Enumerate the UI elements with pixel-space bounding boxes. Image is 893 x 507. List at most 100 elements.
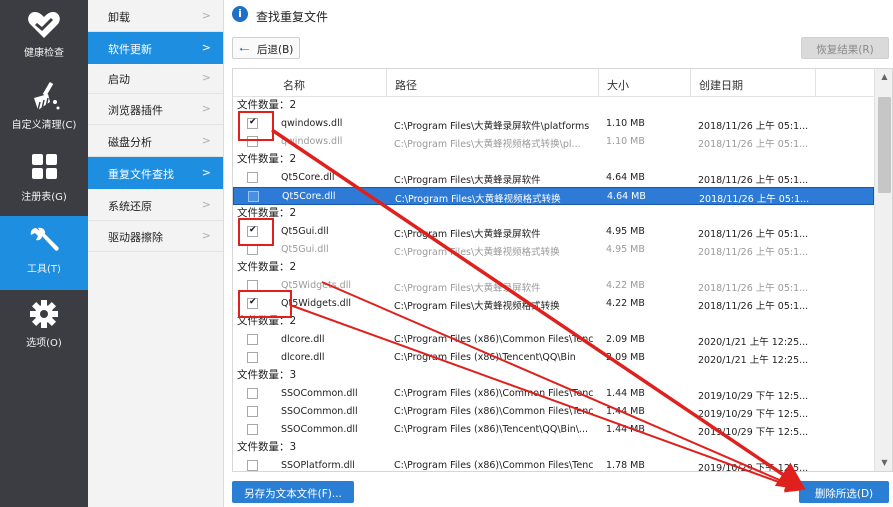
file-name: Qt5Gui.dll <box>281 244 329 255</box>
file-size: 1.10 MB <box>606 136 645 147</box>
subnav-duplicate-finder[interactable]: 重复文件查找 > <box>88 157 223 189</box>
file-path: C:\Program Files (x86)\Common Files\Tenc… <box>394 460 594 471</box>
subnav-label: 启动 <box>108 73 130 86</box>
subnav-label: 重复文件查找 <box>108 168 174 181</box>
table-row[interactable]: Qt5Widgets.dll C:\Program Files\大黄蜂录屏软件 4.… <box>233 277 874 295</box>
table-row[interactable]: Qt5Core.dll C:\Program Files\大黄蜂录屏软件 4.64 … <box>233 169 874 187</box>
subnav-label: 浏览器插件 <box>108 104 163 117</box>
row-checkbox[interactable] <box>247 172 258 183</box>
list-header: 名称 路径 大小 创建日期 <box>233 69 874 97</box>
row-checkbox[interactable] <box>247 334 258 345</box>
nav-registry-label: 注册表(G) <box>21 192 67 203</box>
restore-results-button[interactable]: 恢复结果(R) <box>801 37 889 59</box>
file-date: 2018/11/26 上午 05:1... <box>698 301 809 312</box>
row-checkbox[interactable] <box>247 460 258 471</box>
list-body: 文件数量：2qwindows.dllC:\Program Files\大黄蜂录屏… <box>233 97 874 471</box>
column-header-label: 名称 <box>283 79 305 92</box>
file-size: 1.78 MB <box>606 460 645 471</box>
file-date: 2020/1/21 上午 12:25... <box>698 355 809 366</box>
page-header: i 查找重复文件 <box>224 0 893 30</box>
subnav-software-update[interactable]: 软件更新 > <box>88 32 223 64</box>
subnav-drive-wiper[interactable]: 驱动器擦除 > <box>88 220 223 252</box>
nav-health-label: 健康检查 <box>24 48 64 59</box>
row-checkbox[interactable] <box>247 388 258 399</box>
file-path: C:\Program Files\大黄蜂录屏软件 <box>394 175 541 186</box>
row-checkbox[interactable] <box>247 352 258 363</box>
left-nav: 健康检查 自定义清理(C) 注册表(G) 工具(T) 选项(O) <box>0 0 88 507</box>
file-size: 4.22 MB <box>606 280 645 291</box>
table-row[interactable]: qwindows.dll C:\Program Files\大黄蜂视频格式转换\p… <box>233 133 874 151</box>
restore-button-label: 恢复结果(R) <box>816 44 874 56</box>
group-count: 3 <box>289 441 297 453</box>
row-checkbox[interactable] <box>248 191 259 202</box>
file-path: C:\Program Files\大黄蜂录屏软件\platforms <box>394 121 590 132</box>
sub-nav: 卸载 > 软件更新 > 启动 > 浏览器插件 > 磁盘分析 > 重复文件查找 >… <box>88 0 224 507</box>
subnav-label: 驱动器擦除 <box>108 231 163 244</box>
file-path: C:\Program Files (x86)\Common Files\Tenc… <box>394 334 594 345</box>
file-name: Qt5Widgets.dll <box>281 298 351 309</box>
file-path: C:\Program Files\大黄蜂视频格式转换 <box>394 247 560 258</box>
table-row[interactable]: SSOPlatform.dll C:\Program Files (x86)\Co… <box>233 457 874 471</box>
table-row[interactable]: dlcore.dll C:\Program Files (x86)\Tencent… <box>233 349 874 367</box>
table-row[interactable]: SSOCommon.dll C:\Program Files (x86)\Comm… <box>233 385 874 403</box>
save-as-text-button[interactable]: 另存为文本文件(F)... <box>232 481 354 503</box>
file-date: 2019/10/29 下午 12:5... <box>698 391 809 402</box>
scroll-up-icon[interactable]: ▲ <box>875 69 892 85</box>
back-button[interactable]: 🠀 后退(B) <box>232 37 300 59</box>
subnav-label: 卸载 <box>108 11 130 24</box>
scrollbar-thumb[interactable] <box>878 97 891 193</box>
file-path: C:\Program Files (x86)\Tencent\QQ\Bin <box>394 352 576 363</box>
subnav-startup[interactable]: 启动 > <box>88 62 223 94</box>
subnav-uninstall[interactable]: 卸载 > <box>88 0 223 32</box>
table-row[interactable]: Qt5Gui.dll C:\Program Files\大黄蜂录屏软件 4.95 M… <box>233 223 874 241</box>
delete-selected-button[interactable]: 删除所选(D) <box>799 481 889 503</box>
subnav-browser-plugins[interactable]: 浏览器插件 > <box>88 93 223 125</box>
export-button-label: 另存为文本文件(F)... <box>244 488 342 500</box>
group-header: 文件数量：2 <box>237 259 296 277</box>
table-row[interactable]: Qt5Widgets.dll C:\Program Files\大黄蜂视频格式转换… <box>233 295 874 313</box>
column-header-path[interactable]: 路径 <box>387 69 599 97</box>
column-header-name[interactable]: 名称 <box>275 69 387 97</box>
column-header-date[interactable]: 创建日期 <box>691 69 816 97</box>
group-count: 2 <box>289 207 297 219</box>
file-date: 2018/11/26 上午 05:1... <box>698 139 809 150</box>
file-date: 2020/1/21 上午 12:25... <box>698 337 809 348</box>
table-row[interactable]: Qt5Gui.dll C:\Program Files\大黄蜂视频格式转换 4.95… <box>233 241 874 259</box>
table-row[interactable]: SSOCommon.dll C:\Program Files (x86)\Comm… <box>233 403 874 421</box>
row-checkbox[interactable] <box>247 406 258 417</box>
file-path: C:\Program Files (x86)\Tencent\QQ\Bin\..… <box>394 424 588 435</box>
file-date: 2018/11/26 上午 05:1... <box>698 283 809 294</box>
vertical-scrollbar[interactable]: ▲ ▼ <box>874 69 892 471</box>
file-size: 4.64 MB <box>606 172 645 183</box>
table-row[interactable]: Qt5Core.dll C:\Program Files\大黄蜂视频格式转换 4.6… <box>233 187 874 205</box>
scroll-down-icon[interactable]: ▼ <box>875 455 892 471</box>
file-name: SSOCommon.dll <box>281 388 358 399</box>
file-date: 2019/10/29 下午 12:5... <box>698 427 809 438</box>
group-count-prefix: 文件数量： <box>237 153 290 165</box>
file-path: C:\Program Files\大黄蜂视频格式转换 <box>394 301 560 312</box>
subnav-disk-analysis[interactable]: 磁盘分析 > <box>88 125 223 157</box>
subnav-label: 软件更新 <box>108 43 152 56</box>
column-header-size[interactable]: 大小 <box>599 69 691 97</box>
group-count: 2 <box>289 153 297 165</box>
table-row[interactable]: SSOCommon.dll C:\Program Files (x86)\Tenc… <box>233 421 874 439</box>
table-row[interactable]: qwindows.dll C:\Program Files\大黄蜂录屏软件\pla… <box>233 115 874 133</box>
nav-custom-label: 自定义清理(C) <box>11 120 77 131</box>
chevron-right-icon: > <box>201 9 211 22</box>
file-path: C:\Program Files (x86)\Common Files\Tenc… <box>394 406 594 417</box>
nav-registry[interactable]: 注册表(G) <box>0 144 88 216</box>
duplicate-files-list[interactable]: 名称 路径 大小 创建日期 文件数量：2qwindows.dllC:\Progr… <box>232 68 893 472</box>
nav-custom-clean[interactable]: 自定义清理(C) <box>0 72 88 144</box>
nav-options[interactable]: 选项(O) <box>0 290 88 362</box>
file-size: 4.95 MB <box>606 226 645 237</box>
table-row[interactable]: dlcore.dll C:\Program Files (x86)\Common … <box>233 331 874 349</box>
nav-tools[interactable]: 工具(T) <box>0 216 88 290</box>
file-path: C:\Program Files\大黄蜂视频格式转换\pl... <box>394 139 581 150</box>
row-checkbox[interactable] <box>247 424 258 435</box>
subnav-system-restore[interactable]: 系统还原 > <box>88 189 223 221</box>
nav-health-check[interactable]: 健康检查 <box>0 0 88 72</box>
group-header: 文件数量：2 <box>237 151 296 169</box>
file-size: 1.44 MB <box>606 388 645 399</box>
nav-tools-label: 工具(T) <box>27 264 61 275</box>
column-header-label: 创建日期 <box>699 79 743 92</box>
